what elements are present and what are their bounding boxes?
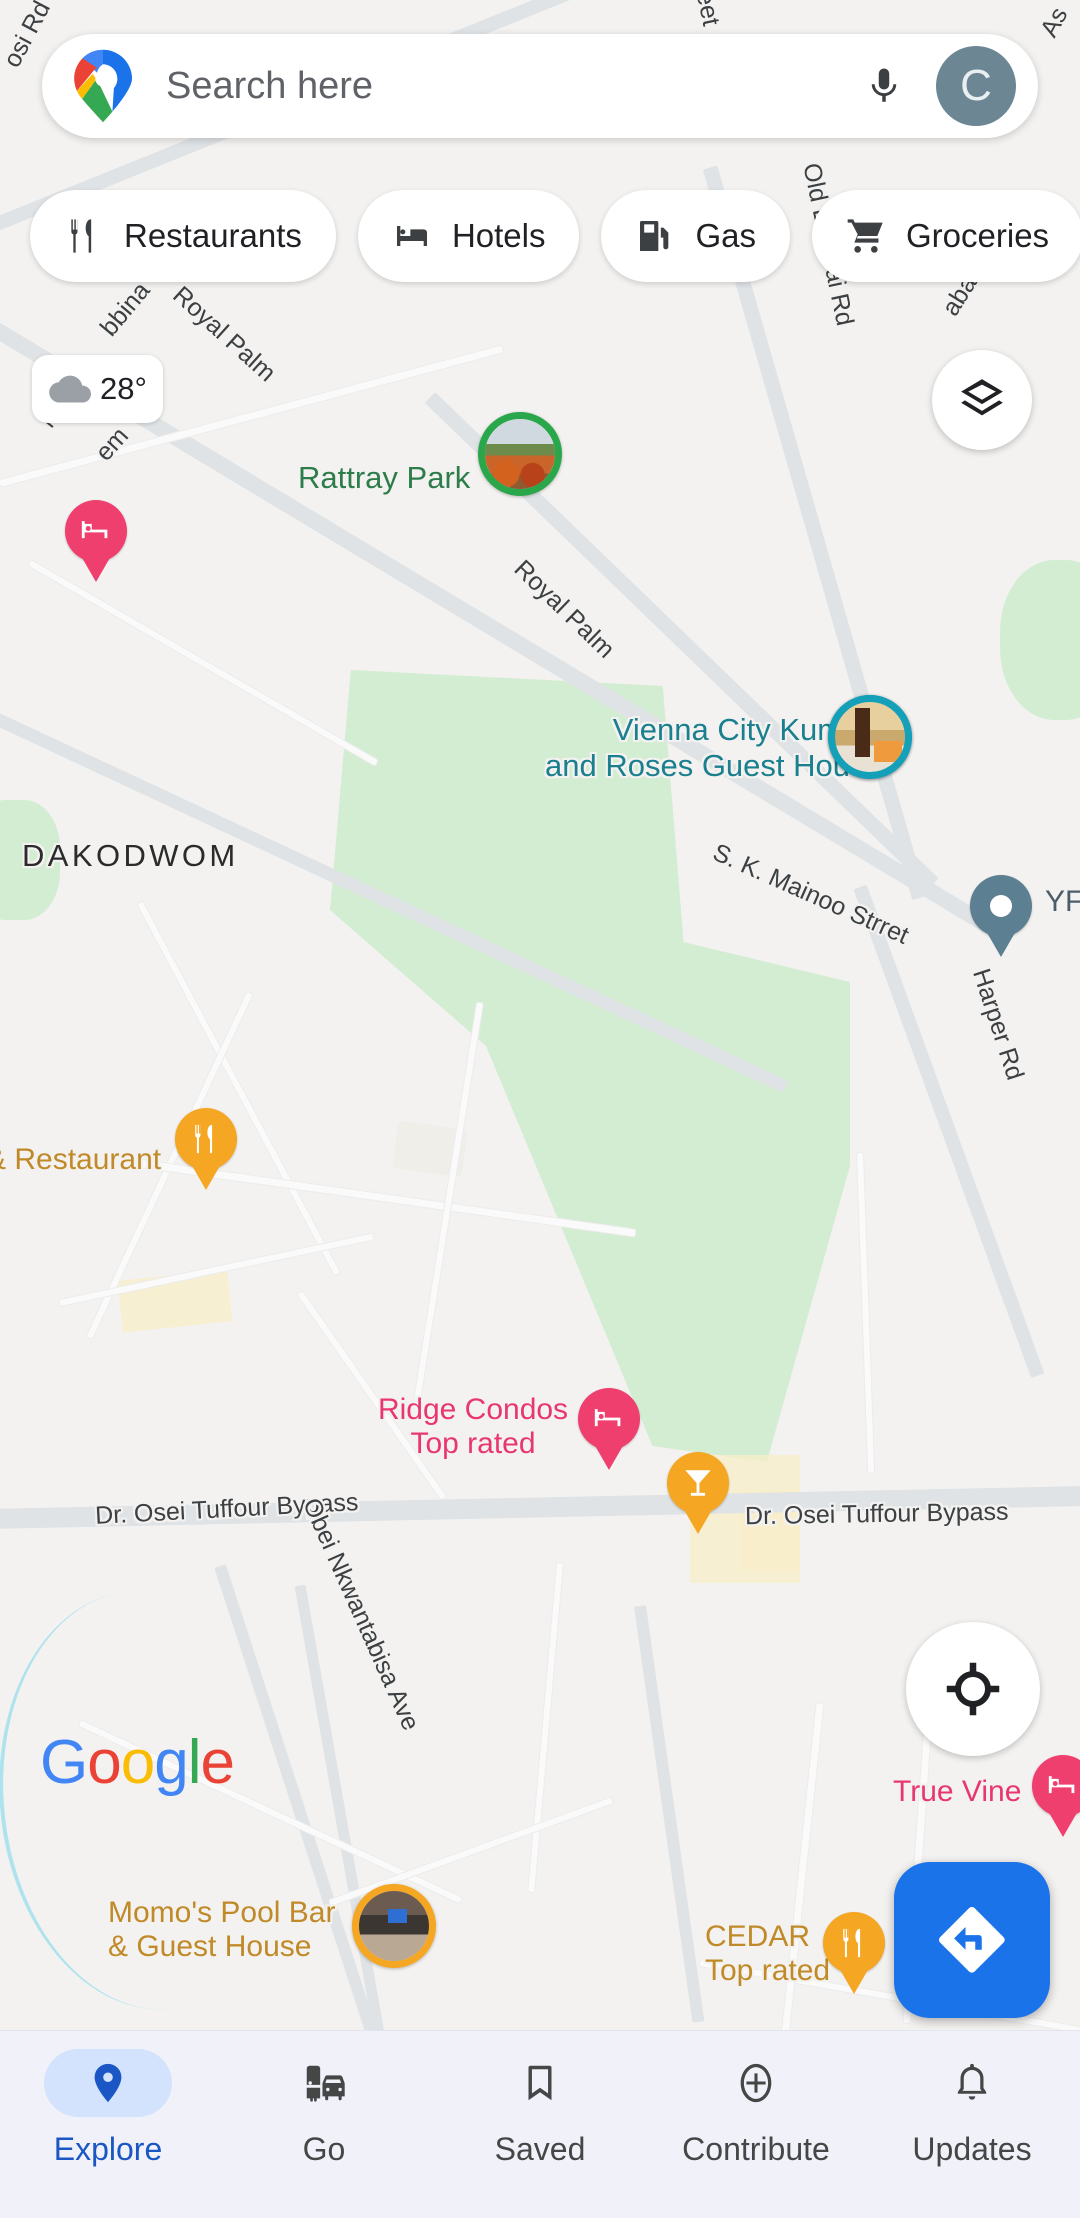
park-area-small-left [0,800,60,920]
poi-marker-true-vine[interactable] [1032,1755,1080,1817]
chip-gas[interactable]: Gas [601,190,791,282]
nav-icon-wrap [260,2049,388,2117]
stream-waterway [0,1575,322,2025]
road-segment [28,560,378,766]
microphone-icon [871,68,897,102]
weather-widget[interactable]: 28° [32,355,163,423]
nav-label: Go [302,2131,346,2167]
layers-icon [961,379,1003,416]
road-segment [857,1152,875,1473]
poi-label-yf[interactable]: YF [1045,885,1080,919]
nav-label: Explore [53,2131,163,2167]
poi-marker-hotel-left[interactable] [65,500,127,562]
category-chips-row[interactable]: Restaurants Hotels Gas Groceries [30,190,1080,282]
google-maps-pin-logo-icon [74,49,132,123]
my-location-button[interactable] [906,1622,1040,1756]
street-label: Harper Rd [967,965,1030,1084]
poi-marker-momos[interactable] [352,1884,436,1968]
nav-label: Contribute [682,2131,830,2167]
road-segment-bypass [0,1484,1080,1530]
directions-arrow-icon [939,1907,1005,1973]
poi-label-rattray-park[interactable]: Rattray Park [298,460,470,496]
logo-letter: g [154,1728,188,1797]
google-watermark-logo: Google [40,1727,235,1798]
plus-circle-icon [740,2063,772,2103]
nav-icon-wrap [692,2049,820,2117]
poi-label-true-vine[interactable]: True Vine [893,1775,1021,1809]
chip-label: Groceries [906,217,1050,254]
poi-marker-yf[interactable] [970,875,1032,937]
nav-label: Updates [912,2131,1032,2167]
search-bar[interactable]: C [42,34,1038,138]
road-segment [137,901,340,1276]
account-avatar[interactable]: C [936,46,1016,126]
road-segment [634,1605,705,2023]
logo-letter: G [40,1728,88,1797]
nav-label: Saved [494,2131,586,2167]
map-layers-button[interactable] [932,350,1032,450]
nav-icon-wrap [44,2049,172,2117]
poi-label-restaurant-left[interactable]: & Restaurant [0,1143,161,1177]
poi-marker-bar[interactable] [667,1452,729,1514]
bookmark-icon [528,2065,552,2101]
road-segment [528,1562,563,1893]
poi-marker-restaurant-left[interactable] [175,1108,237,1170]
weather-temperature: 28° [100,371,147,406]
chip-groceries[interactable]: Groceries [812,190,1080,282]
shopping-cart-icon [847,219,883,253]
voice-search-button[interactable] [846,48,922,124]
nav-item-go[interactable]: Go [216,2031,432,2168]
street-label: bbina [94,276,156,342]
hotel-bed-icon [396,226,427,246]
road-segment [297,1291,446,1500]
poi-marker-rattray-park[interactable] [478,412,562,496]
cloud-icon [49,375,91,403]
logo-letter: l [187,1728,202,1797]
poi-marker-cedar[interactable] [823,1912,885,1974]
logo-letter: o [87,1728,121,1797]
bottom-navigation-bar[interactable]: Explore Go Saved Contribute Updates [0,2030,1080,2218]
commute-car-icon [306,2065,345,2102]
bell-icon [957,2063,987,2100]
nav-item-saved[interactable]: Saved [432,2031,648,2168]
restaurant-fork-knife-icon [71,219,92,253]
nav-item-updates[interactable]: Updates [864,2031,1080,2168]
chip-label: Hotels [451,217,546,254]
chip-label: Restaurants [124,217,302,254]
nav-icon-wrap [476,2049,604,2117]
directions-button[interactable] [894,1862,1050,2018]
logo-letter: e [200,1728,234,1797]
poi-marker-vienna-city[interactable] [828,695,912,779]
street-label: Royal Palm [167,280,282,388]
poi-label-name: CEDAR [705,1920,811,1953]
poi-marker-ridge-condos[interactable] [578,1388,640,1450]
search-input[interactable] [166,64,846,108]
nav-item-contribute[interactable]: Contribute [648,2031,864,2168]
chip-restaurants[interactable]: Restaurants [30,190,336,282]
street-label: eet [690,0,726,29]
nav-icon-wrap [908,2049,1036,2117]
road-segment [853,884,1045,1379]
poi-label-name: Ridge Condos [377,1393,569,1426]
my-location-crosshair-icon [946,1662,1000,1716]
map-pin-icon [94,2063,122,2103]
gas-pump-icon [640,221,669,251]
chip-label: Gas [695,217,757,254]
nav-item-explore[interactable]: Explore [0,2031,216,2168]
chip-hotels[interactable]: Hotels [357,190,580,282]
park-area-small-right [1000,560,1080,720]
street-label: As [1034,2,1074,42]
logo-letter: o [120,1728,155,1797]
